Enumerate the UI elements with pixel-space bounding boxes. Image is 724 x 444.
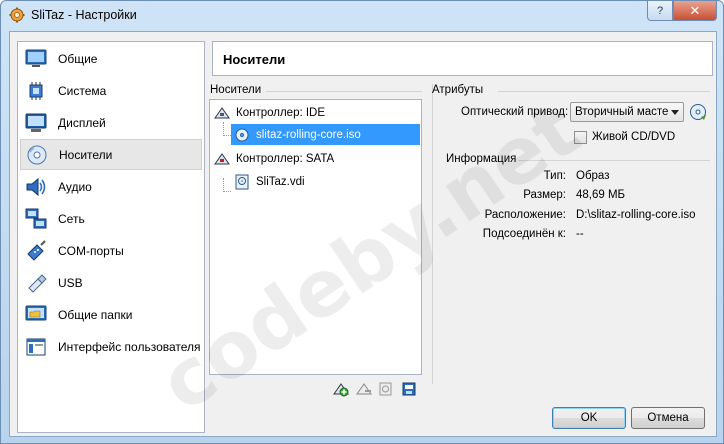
- ok-button[interactable]: OK: [552, 407, 626, 429]
- info-attached-value: --: [576, 228, 584, 240]
- usb-icon: [24, 271, 48, 295]
- dialog-body: Общие Система Дисплей Носители Аудио Сет…: [9, 31, 717, 437]
- tree-item-optical-iso[interactable]: slitaz-rolling-core.iso: [231, 124, 420, 145]
- tree-controller-ide[interactable]: Контроллер: IDE: [214, 102, 419, 123]
- live-cd-label[interactable]: Живой CD/DVD: [592, 131, 675, 143]
- storage-section-label: Носители: [210, 84, 262, 96]
- chip-icon: [24, 79, 48, 103]
- storage-tree[interactable]: Контроллер: IDE slitaz-rolling-core.iso …: [209, 99, 422, 375]
- page-title: Носители: [212, 41, 713, 76]
- hard-disk-icon: [234, 174, 250, 190]
- info-location-value: D:\slitaz-rolling-core.iso: [576, 209, 696, 221]
- sidebar-item-label: COM-порты: [58, 243, 124, 258]
- chevron-down-icon: [671, 110, 679, 115]
- window-title: SliTaz - Настройки: [31, 8, 137, 22]
- ide-controller-icon: [214, 105, 230, 121]
- title-bar[interactable]: SliTaz - Настройки ? ✕: [1, 1, 723, 31]
- display-icon: [24, 111, 48, 135]
- sidebar-item-usb[interactable]: USB: [20, 267, 202, 298]
- sidebar-item-system[interactable]: Система: [20, 75, 202, 106]
- close-button[interactable]: ✕: [673, 1, 717, 21]
- storage-section-divider: [266, 91, 422, 92]
- live-cd-checkbox[interactable]: [574, 131, 587, 144]
- tree-item-label: slitaz-rolling-core.iso: [256, 128, 361, 141]
- sata-controller-icon: [214, 151, 230, 167]
- sidebar-item-shared-folders[interactable]: Общие папки: [20, 299, 202, 330]
- info-attached-key: Подсоединён к:: [482, 228, 566, 240]
- tree-item-label: Контроллер: IDE: [236, 106, 326, 119]
- sidebar-item-storage[interactable]: Носители: [20, 139, 202, 170]
- info-type-key: Тип:: [543, 170, 566, 182]
- info-location-key: Расположение:: [484, 209, 566, 221]
- sidebar-item-general[interactable]: Общие: [20, 43, 202, 74]
- remove-controller-icon[interactable]: [356, 381, 372, 397]
- tree-item-disk-vdi[interactable]: SliTaz.vdi: [234, 171, 414, 192]
- serial-port-icon: [24, 239, 48, 263]
- gear-icon: [9, 7, 25, 23]
- optical-drive-value: Вторичный масте: [575, 106, 669, 118]
- add-attachment-icon[interactable]: [333, 381, 349, 397]
- shared-folder-icon: [24, 303, 48, 327]
- info-size-value: 48,69 МБ: [576, 189, 626, 201]
- information-section-label: Информация: [446, 153, 517, 165]
- sidebar-item-label: Интерфейс пользователя: [58, 339, 201, 354]
- sidebar-item-label: Система: [58, 83, 107, 98]
- tree-item-label: SliTaz.vdi: [256, 175, 305, 188]
- sidebar-item-network[interactable]: Сеть: [20, 203, 202, 234]
- add-disk-icon[interactable]: [378, 381, 394, 397]
- sidebar-item-user-interface[interactable]: Интерфейс пользователя: [20, 331, 202, 362]
- choose-disk-image-icon[interactable]: [689, 103, 707, 121]
- help-button[interactable]: ?: [647, 1, 673, 21]
- storage-disk-icon: [25, 143, 49, 167]
- sidebar-item-label: USB: [58, 275, 83, 290]
- information-section-divider: [518, 160, 710, 161]
- sidebar-item-label: Общие папки: [58, 307, 133, 322]
- sidebar-item-com-ports[interactable]: COM-порты: [20, 235, 202, 266]
- vertical-divider: [432, 84, 433, 384]
- info-size-key: Размер:: [523, 189, 566, 201]
- optical-drive-label: Оптический привод:: [461, 106, 569, 118]
- user-interface-icon: [24, 335, 48, 359]
- monitor-general-icon: [24, 47, 48, 71]
- sidebar-item-label: Дисплей: [58, 115, 106, 130]
- network-icon: [24, 207, 48, 231]
- attributes-section-divider: [498, 91, 710, 92]
- optical-drive-select[interactable]: Вторичный масте: [570, 102, 684, 122]
- sidebar-item-label: Носители: [59, 147, 113, 162]
- speaker-icon: [24, 175, 48, 199]
- remove-disk-icon[interactable]: [401, 381, 417, 397]
- sidebar-item-label: Общие: [58, 51, 98, 66]
- optical-disc-icon: [234, 127, 250, 143]
- sidebar-item-label: Аудио: [58, 179, 92, 194]
- sidebar-item-display[interactable]: Дисплей: [20, 107, 202, 138]
- tree-controller-sata[interactable]: Контроллер: SATA: [214, 148, 419, 169]
- settings-window: SliTaz - Настройки ? ✕ Общие Система Дис…: [0, 0, 724, 444]
- tree-item-label: Контроллер: SATA: [236, 152, 335, 165]
- sidebar-item-label: Сеть: [58, 211, 85, 226]
- attributes-section-label: Атрибуты: [432, 84, 484, 96]
- settings-sidebar: Общие Система Дисплей Носители Аудио Сет…: [17, 41, 205, 433]
- sidebar-item-audio[interactable]: Аудио: [20, 171, 202, 202]
- info-type-value: Образ: [576, 170, 610, 182]
- cancel-button[interactable]: Отмена: [631, 407, 705, 429]
